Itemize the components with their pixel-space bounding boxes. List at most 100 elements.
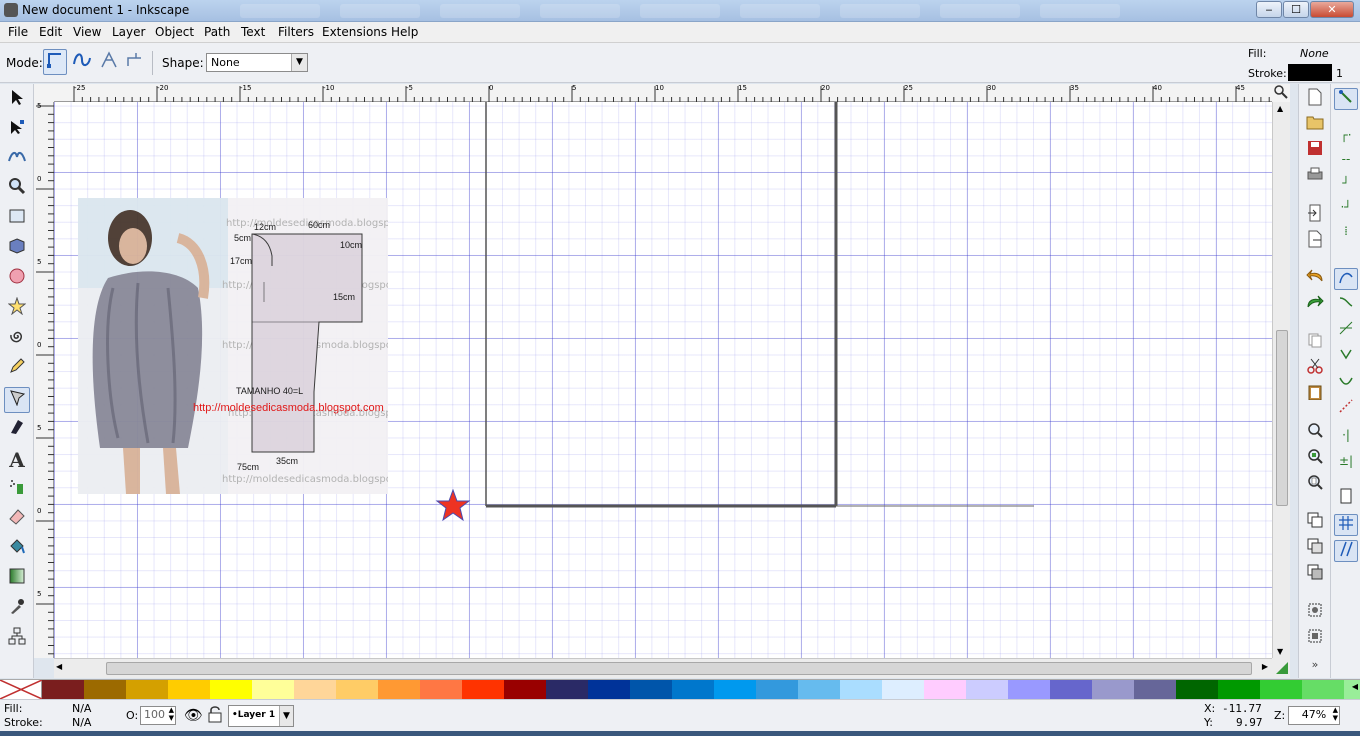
palette-swatch[interactable] (1260, 680, 1302, 699)
eye-icon[interactable]: 👁 (184, 706, 203, 724)
redo-button[interactable] (1304, 294, 1326, 316)
zoom-tool[interactable] (4, 177, 30, 203)
open-button[interactable] (1304, 114, 1326, 136)
zoom-drawing-button[interactable] (1304, 448, 1326, 470)
duplicate-button[interactable] (1304, 512, 1326, 534)
palette-swatch[interactable] (84, 680, 126, 699)
paint-bucket-tool[interactable] (4, 537, 30, 563)
palette-swatch[interactable] (504, 680, 546, 699)
palette-swatch[interactable] (420, 680, 462, 699)
scroll-right-icon[interactable]: ▶ (1262, 662, 1268, 671)
spiral-tool[interactable] (4, 327, 30, 353)
layer-dropdown[interactable]: •Layer 1 ▼ (228, 705, 294, 727)
unlink-clone-button[interactable] (1304, 564, 1326, 586)
zoom-corner-button[interactable] (1272, 84, 1290, 102)
close-button[interactable]: ✕ (1310, 1, 1354, 18)
snap-midpoint-button[interactable] (1334, 398, 1358, 420)
snap-object-midpoint-button[interactable]: ·| (1334, 424, 1358, 446)
menu-extensions[interactable]: Extensions (322, 25, 387, 39)
paste-button[interactable] (1304, 384, 1326, 406)
3d-box-tool[interactable] (4, 237, 30, 263)
palette-swatch[interactable] (1302, 680, 1344, 699)
opacity-spinbox[interactable]: 100 ▲ ▼ (140, 706, 176, 725)
vertical-scroll-thumb[interactable] (1276, 330, 1288, 506)
menu-layer[interactable]: Layer (112, 25, 145, 39)
bezier-mode-button[interactable] (43, 49, 67, 75)
palette-swatch[interactable] (1092, 680, 1134, 699)
eraser-tool[interactable] (4, 507, 30, 533)
text-tool[interactable]: A (4, 447, 30, 473)
palette-swatch[interactable] (966, 680, 1008, 699)
ruler-vertical[interactable]: 5 0 5 0 5 0 5 (34, 102, 54, 658)
palette-swatch[interactable] (798, 680, 840, 699)
palette-swatch[interactable] (210, 680, 252, 699)
save-button[interactable] (1304, 140, 1326, 162)
cut-button[interactable] (1304, 358, 1326, 380)
zoom-page-button[interactable] (1304, 474, 1326, 496)
export-button[interactable] (1304, 230, 1326, 252)
horizontal-scroll-thumb[interactable] (106, 662, 1252, 675)
stroke-swatch[interactable] (1288, 64, 1332, 81)
gradient-tool[interactable] (4, 567, 30, 593)
palette-swatch[interactable] (882, 680, 924, 699)
palette-swatch[interactable] (168, 680, 210, 699)
snap-bbox-edge-button[interactable]: -- (1334, 148, 1358, 170)
palette-swatch[interactable] (42, 680, 84, 699)
spin-arrows-icon[interactable]: ▲ ▼ (1333, 706, 1338, 722)
menu-object[interactable]: Object (155, 25, 194, 39)
pencil-tool[interactable] (4, 357, 30, 383)
node-tool[interactable] (4, 118, 30, 144)
imported-bitmap[interactable]: http://moldesedicasmoda.blogspot.com htt… (78, 198, 388, 494)
ruler-horizontal[interactable]: -25 -20 -15 -10 -5 0 5 10 15 20 25 30 35… (54, 84, 1272, 102)
palette-swatch[interactable] (1008, 680, 1050, 699)
undo-button[interactable] (1304, 268, 1326, 290)
palette-swatch[interactable] (546, 680, 588, 699)
palette-swatch[interactable] (378, 680, 420, 699)
scroll-up-icon[interactable]: ▲ (1277, 104, 1283, 113)
palette-swatch[interactable] (336, 680, 378, 699)
palette-swatch[interactable] (588, 680, 630, 699)
snap-bbox-button[interactable]: ┌· (1334, 124, 1358, 146)
snap-nodes-button[interactable] (1334, 268, 1358, 290)
palette-swatch[interactable] (1218, 680, 1260, 699)
palette-swatch[interactable] (252, 680, 294, 699)
snap-rotation-center-button[interactable]: ±| (1334, 450, 1358, 472)
selector-tool[interactable] (4, 88, 30, 114)
snap-grid-button[interactable] (1334, 514, 1358, 536)
palette-menu-icon[interactable]: ◀ (1352, 682, 1358, 691)
spiro-mode-button[interactable] (70, 49, 94, 75)
import-button[interactable] (1304, 204, 1326, 226)
minimize-button[interactable]: ‒ (1256, 1, 1282, 18)
group-button[interactable] (1304, 602, 1326, 624)
menu-view[interactable]: View (73, 25, 101, 39)
scroll-down-icon[interactable]: ▼ (1277, 647, 1283, 656)
spray-tool[interactable] (4, 477, 30, 503)
palette-swatch[interactable] (756, 680, 798, 699)
snap-guides-button[interactable] (1334, 540, 1358, 562)
fill-value[interactable]: None (1300, 47, 1329, 60)
horizontal-scrollbar[interactable]: ◀ ▶ (54, 658, 1272, 678)
rectangle-tool[interactable] (4, 207, 30, 233)
print-button[interactable] (1304, 166, 1326, 188)
calligraphy-tool[interactable] (4, 417, 30, 443)
spin-arrows-icon[interactable]: ▲ ▼ (169, 706, 174, 722)
shape-dropdown[interactable]: None ▼ (206, 53, 308, 72)
palette-swatch[interactable] (1176, 680, 1218, 699)
snap-bbox-midpoint-button[interactable]: ·┘ (1334, 196, 1358, 218)
palette-swatch[interactable] (294, 680, 336, 699)
menu-edit[interactable]: Edit (39, 25, 62, 39)
ungroup-button[interactable] (1304, 628, 1326, 650)
vertical-scrollbar[interactable]: ▲ ▼ (1272, 102, 1290, 658)
stroke-width-value[interactable]: 1 (1336, 67, 1343, 80)
palette-swatch[interactable] (1050, 680, 1092, 699)
menu-text[interactable]: Text (241, 25, 265, 39)
snap-cusp-button[interactable] (1334, 346, 1358, 368)
menu-file[interactable]: File (8, 25, 28, 39)
connector-tool[interactable] (4, 627, 30, 653)
menu-help[interactable]: Help (391, 25, 418, 39)
paraxial-mode-button[interactable] (122, 49, 146, 75)
star-tool[interactable] (4, 296, 30, 323)
snap-bbox-center-button[interactable]: ⁞ (1334, 220, 1358, 242)
snap-smooth-button[interactable] (1334, 372, 1358, 394)
palette-swatch[interactable] (714, 680, 756, 699)
